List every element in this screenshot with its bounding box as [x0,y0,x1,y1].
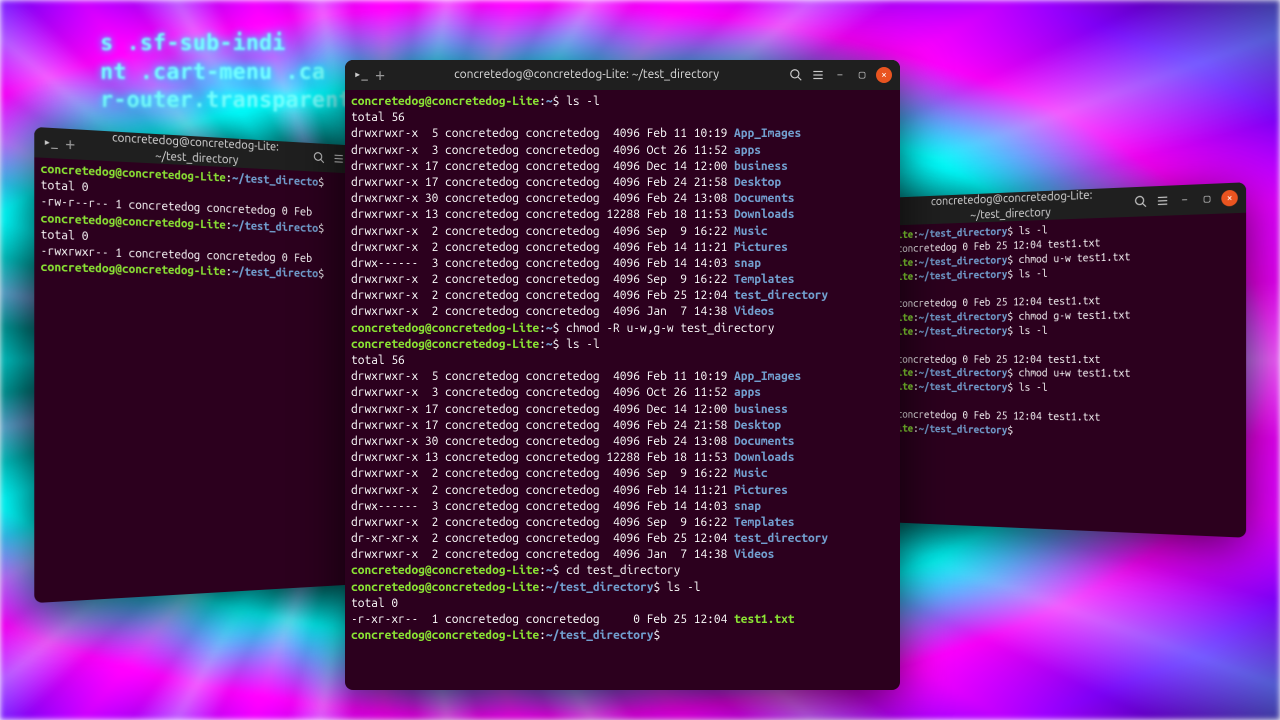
terminal-body[interactable]: concretedog@concretedog-Lite:~$ ls -l to… [345,90,900,648]
titlebar[interactable]: ▸_ + concretedog@concretedog-Lite: ~/tes… [345,60,900,90]
close-button[interactable]: × [1221,190,1238,207]
minimize-button[interactable]: − [832,67,848,83]
maximize-button[interactable]: ▢ [854,67,870,83]
search-button[interactable] [1133,193,1149,209]
maximize-button[interactable]: ▢ [1199,191,1215,208]
menu-button[interactable] [332,151,346,167]
terminal-icon: ▸_ [43,134,59,151]
terminal-icon: ▸_ [353,67,369,83]
window-title: concretedog@concretedog-Lite: ~/test_dir… [391,67,782,83]
background-code-text: s .sf-sub-indi nt .cart-menu .ca r-outer… [100,30,352,116]
bg-text-line: r-outer.transparent [100,87,352,116]
close-button[interactable]: × [876,67,892,83]
new-tab-button[interactable]: + [65,135,75,154]
search-button[interactable] [788,67,804,83]
bg-text-line: s .sf-sub-indi [100,30,352,59]
menu-button[interactable] [810,67,826,83]
bg-text-line: nt .cart-menu .ca [100,59,352,88]
terminal-window-center[interactable]: ▸_ + concretedog@concretedog-Lite: ~/tes… [345,60,900,690]
search-button[interactable] [312,150,326,166]
minimize-button[interactable]: − [1177,192,1193,209]
terminal-body[interactable]: edog-Lite:~/test_directory$ ls -l tedog … [860,213,1246,447]
menu-button[interactable] [1155,193,1171,210]
terminal-window-right[interactable]: ▸_ + concretedog@concretedog-Lite: ~/tes… [860,182,1246,537]
new-tab-button[interactable]: + [375,66,385,84]
